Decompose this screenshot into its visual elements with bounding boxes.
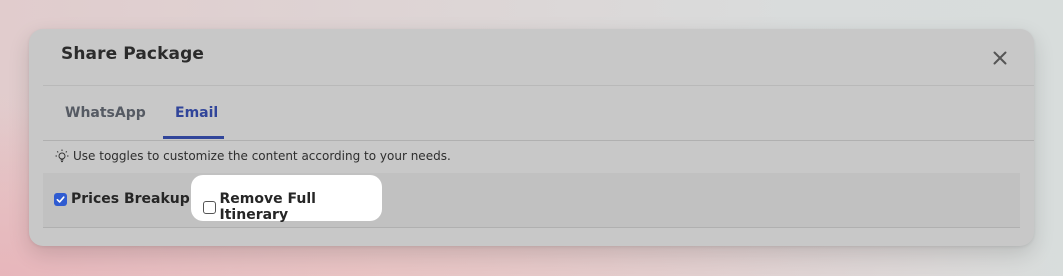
modal-title: Share Package: [61, 44, 204, 64]
tab-bar: WhatsApp Email: [43, 86, 1034, 141]
tab-email[interactable]: Email: [175, 86, 218, 140]
lightbulb-icon: [55, 149, 69, 163]
highlight-callout: Remove Full Itinerary: [191, 175, 382, 223]
content-toggles: Prices Breakup Remove Full Itinerary: [43, 173, 1020, 228]
prices-breakup-option[interactable]: Prices Breakup: [54, 191, 190, 207]
remove-full-itinerary-label: Remove Full Itinerary: [219, 191, 316, 223]
active-tab-indicator: [163, 136, 224, 139]
prices-breakup-label: Prices Breakup: [71, 191, 190, 207]
tab-whatsapp[interactable]: WhatsApp: [65, 86, 146, 140]
checkmark-icon: [56, 195, 65, 203]
remove-full-itinerary-option[interactable]: Remove Full Itinerary: [203, 191, 382, 223]
toggle-hint: Use toggles to customize the content acc…: [55, 149, 451, 163]
hint-text: Use toggles to customize the content acc…: [73, 149, 451, 163]
remove-full-itinerary-checkbox[interactable]: [203, 200, 216, 214]
close-icon: [993, 51, 1007, 65]
close-button[interactable]: [987, 45, 1013, 71]
share-package-modal: Share Package WhatsApp Email Use toggles…: [29, 29, 1034, 246]
prices-breakup-checkbox[interactable]: [54, 192, 67, 206]
